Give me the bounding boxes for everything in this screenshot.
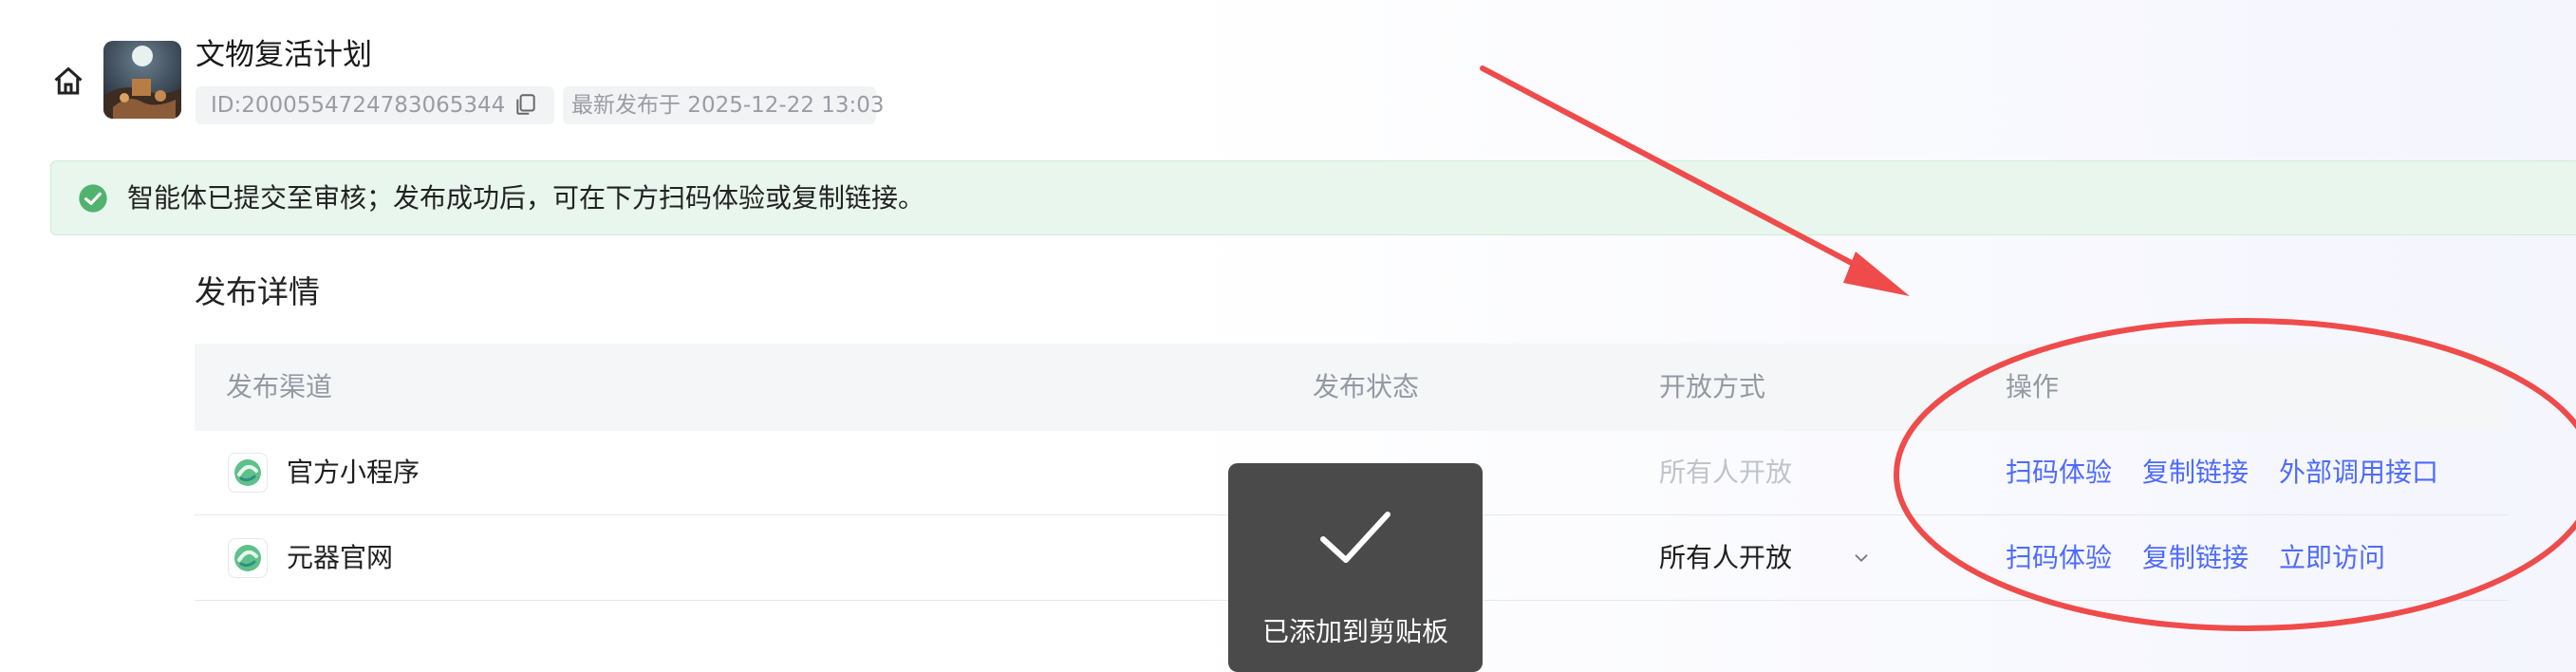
copy-link-link[interactable]: 复制链接	[2142, 453, 2249, 493]
column-header-access: 开放方式	[1659, 371, 1766, 402]
section-title: 发布详情	[195, 273, 320, 310]
agent-title: 文物复活计划	[196, 38, 372, 72]
agent-avatar	[103, 41, 181, 119]
external-api-link[interactable]: 外部调用接口	[2279, 453, 2438, 493]
row-channel-name: 元器官网	[287, 542, 394, 573]
channel-logo-icon	[228, 453, 268, 493]
home-icon[interactable]	[51, 65, 85, 99]
scan-to-try-link[interactable]: 扫码体验	[2006, 453, 2112, 493]
column-header-channel: 发布渠道	[226, 371, 333, 402]
toast-message: 已添加到剪贴板	[1261, 616, 1448, 647]
column-header-status: 发布状态	[1313, 371, 1420, 402]
publish-date: 最新发布于 2025-12-22 13:03	[571, 93, 885, 118]
column-header-actions: 操作	[2006, 371, 2060, 402]
scan-to-try-link[interactable]: 扫码体验	[2006, 538, 2112, 578]
copy-icon[interactable]	[513, 92, 538, 117]
banner-message: 智能体已提交至审核；发布成功后，可在下方扫码体验或复制链接。	[127, 182, 925, 214]
copy-link-link[interactable]: 复制链接	[2142, 538, 2249, 578]
access-mode-select[interactable]: 所有人开放	[1659, 538, 1792, 578]
check-circle-icon	[79, 184, 107, 213]
check-icon	[1320, 512, 1391, 563]
agent-id: ID:2000554724783065344	[211, 93, 506, 118]
row-channel-name: 官方小程序	[287, 457, 420, 488]
channel-logo-icon	[228, 538, 268, 578]
row-access-mode: 所有人开放	[1659, 457, 1793, 488]
chevron-down-icon[interactable]	[1851, 548, 1872, 569]
visit-now-link[interactable]: 立即访问	[2279, 538, 2385, 578]
